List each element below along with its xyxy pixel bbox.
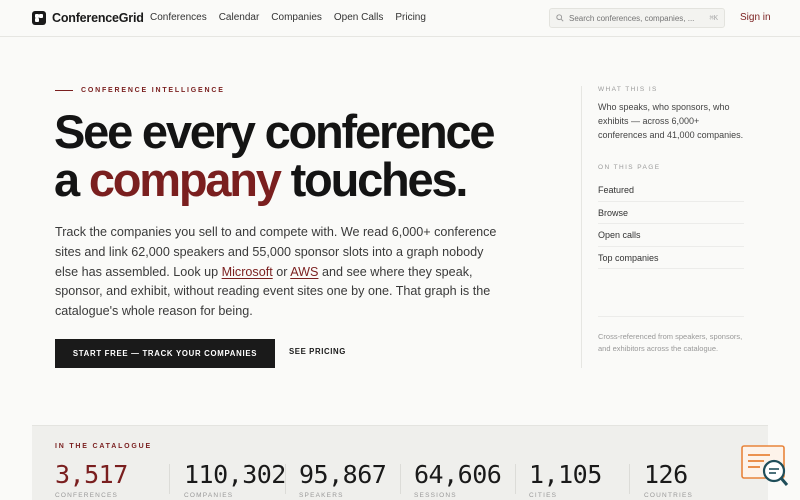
grid-logo-icon: [32, 11, 46, 25]
hero-description: Track the companies you sell to and comp…: [55, 223, 510, 322]
stat-speakers: 95,867 SPEAKERS: [299, 460, 387, 499]
stat-value: 1,105: [529, 460, 602, 489]
brand-name: ConferenceGrid: [52, 11, 144, 25]
search-box[interactable]: ⌘K: [549, 8, 725, 28]
top-nav: ConferenceGrid Conferences Calendar Comp…: [0, 0, 800, 37]
what-this-is-heading: WHAT THIS IS: [598, 86, 658, 93]
sidebar-footnote: Cross-referenced from speakers, sponsors…: [598, 316, 744, 354]
stat-cities: 1,105 CITIES: [529, 460, 602, 499]
stat-value: 110,302: [184, 460, 286, 489]
see-pricing-link[interactable]: SEE PRICING: [289, 347, 346, 356]
sign-in-link[interactable]: Sign in: [740, 12, 771, 23]
toc-item-featured[interactable]: Featured: [598, 179, 744, 202]
stat-conferences: 3,517 CONFERENCES: [55, 460, 128, 499]
nav-link-pricing[interactable]: Pricing: [395, 12, 426, 23]
hero-headline: See every conference a company touches.: [54, 105, 496, 206]
toc-item-open-calls[interactable]: Open calls: [598, 224, 744, 247]
catalogue-stats: IN THE CATALOGUE 3,517 CONFERENCES 110,3…: [32, 425, 768, 500]
eyebrow-rule: [55, 90, 73, 91]
toc-item-top-companies[interactable]: Top companies: [598, 247, 744, 269]
nav-link-conferences[interactable]: Conferences: [150, 12, 207, 23]
stat-label: CONFERENCES: [55, 492, 119, 499]
stat-label: SESSIONS: [414, 492, 457, 499]
sidebar-panel: WHAT THIS IS Who speaks, who sponsors, w…: [581, 86, 746, 368]
stat-value: 95,867: [299, 460, 387, 489]
search-icon: [556, 14, 564, 22]
headline-line-2b: touches.: [279, 153, 469, 206]
stat-companies: 110,302 COMPANIES: [184, 460, 286, 499]
stat-sessions: 64,606 SESSIONS: [414, 460, 502, 499]
page-toc: Featured Browse Open calls Top companies: [598, 179, 746, 269]
nav-link-open-calls[interactable]: Open Calls: [334, 12, 383, 23]
nav-links: Conferences Calendar Companies Open Call…: [150, 12, 426, 23]
headline-line-1: See every conference: [54, 105, 496, 158]
stat-divider: [169, 464, 170, 494]
stat-divider: [285, 464, 286, 494]
toc-item-browse[interactable]: Browse: [598, 202, 744, 224]
brand-logo[interactable]: ConferenceGrid: [32, 11, 144, 25]
eyebrow-text: CONFERENCE INTELLIGENCE: [81, 87, 225, 94]
headline-accent: company: [88, 153, 282, 206]
stat-label: CITIES: [529, 492, 558, 499]
stat-label: COMPANIES: [184, 492, 234, 499]
hero-eyebrow: CONFERENCE INTELLIGENCE: [55, 87, 225, 94]
stat-divider: [515, 464, 516, 494]
headline-line-2a: a: [54, 153, 89, 206]
stat-divider: [629, 464, 630, 494]
search-shortcut: ⌘K: [709, 14, 718, 22]
stat-value: 126: [644, 460, 688, 489]
search-input[interactable]: [569, 13, 699, 23]
stat-countries: 126 COUNTRIES: [644, 460, 693, 499]
aws-link[interactable]: AWS: [290, 265, 318, 279]
on-this-page-heading: ON THIS PAGE: [598, 164, 661, 171]
desc-part-2: or: [272, 264, 291, 279]
search-chat-icon[interactable]: [740, 444, 790, 490]
stat-divider: [400, 464, 401, 494]
nav-link-companies[interactable]: Companies: [271, 12, 322, 23]
start-free-button[interactable]: START FREE — TRACK YOUR COMPANIES: [55, 339, 275, 368]
stat-value: 64,606: [414, 460, 502, 489]
nav-link-calendar[interactable]: Calendar: [219, 12, 260, 23]
microsoft-link[interactable]: Microsoft: [222, 265, 273, 279]
what-this-is-text: Who speaks, who sponsors, who exhibits —…: [598, 102, 744, 140]
stat-label: COUNTRIES: [644, 492, 694, 499]
stats-heading: IN THE CATALOGUE: [55, 443, 152, 450]
stat-value: 3,517: [55, 460, 128, 489]
stat-label: SPEAKERS: [299, 492, 344, 499]
